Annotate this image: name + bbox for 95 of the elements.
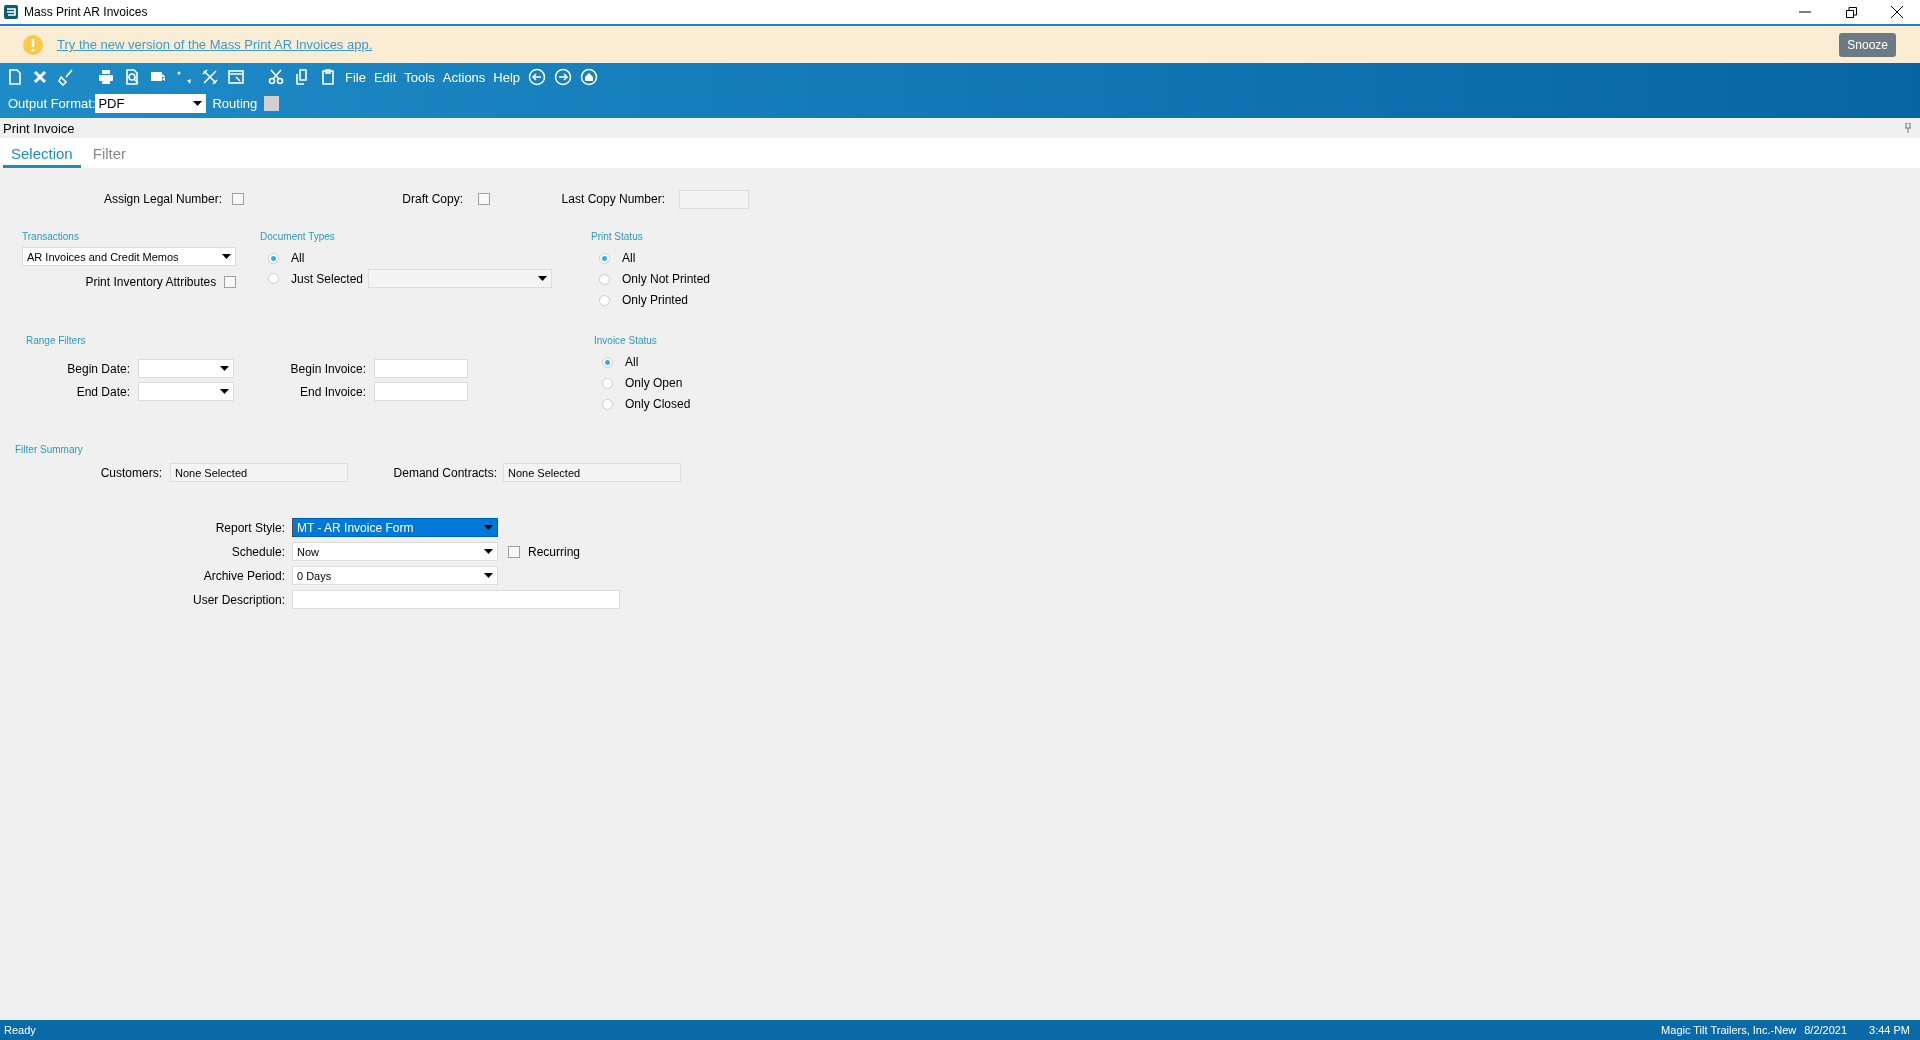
- caret-icon: [193, 100, 203, 106]
- field-label: Begin Invoice:: [289, 361, 366, 376]
- end-invoice-field[interactable]: [374, 382, 468, 401]
- field-label: Customers:: [99, 465, 162, 480]
- caret-icon: [484, 573, 493, 578]
- recurring-checkbox[interactable]: [508, 545, 520, 558]
- field-label: Draft Copy:: [401, 192, 463, 206]
- output-format-label: Output Format:: [8, 95, 96, 111]
- menu-item[interactable]: Tools: [404, 69, 435, 85]
- scissors-icon[interactable]: [267, 68, 285, 86]
- cross-icon[interactable]: [31, 68, 49, 86]
- radio-label: Just Selected: [291, 271, 364, 286]
- last-copy-number-field[interactable]: [679, 189, 749, 209]
- radio-label: All: [625, 355, 639, 369]
- caret-icon: [538, 276, 547, 281]
- radio-button[interactable]: [602, 377, 613, 389]
- field-label: Schedule:: [230, 544, 285, 559]
- pin-icon[interactable]: [1904, 123, 1912, 133]
- radio-button[interactable]: [268, 273, 279, 284]
- routing-checkbox[interactable]: [264, 95, 280, 111]
- caret-icon: [484, 525, 493, 530]
- output-format-dropdown[interactable]: PDF: [95, 93, 207, 113]
- user-description-field[interactable]: [292, 590, 620, 609]
- radio-button[interactable]: [602, 398, 613, 410]
- status-time: 3:44 PM: [1869, 1024, 1910, 1036]
- begin-date-field[interactable]: [138, 359, 234, 378]
- tab[interactable]: Filter: [84, 145, 135, 168]
- field-label: Archive Period:: [202, 568, 285, 583]
- radio-label: Only Printed: [622, 293, 689, 307]
- caret-icon: [220, 366, 229, 371]
- app-logo-icon: [4, 5, 18, 19]
- close-icon[interactable]: [1891, 6, 1903, 18]
- section-heading: Invoice Status: [594, 335, 658, 348]
- snooze-button[interactable]: Snooze: [1839, 32, 1896, 57]
- section-heading: Filter Summary: [15, 444, 84, 457]
- field-label: Demand Contracts:: [392, 465, 497, 480]
- routing-label: Routing: [212, 95, 258, 111]
- warning-icon: [23, 34, 43, 55]
- document-type-dropdown[interactable]: [368, 269, 552, 288]
- radio-label: All: [622, 251, 636, 265]
- radio-label: Only Closed: [625, 397, 691, 411]
- end-date-field[interactable]: [138, 382, 234, 401]
- company-name: Magic Tilt Trailers, Inc.-New: [1661, 1024, 1797, 1036]
- caret-icon: [222, 254, 231, 259]
- section-heading: Range Filters: [26, 335, 87, 348]
- radio-button[interactable]: [268, 252, 279, 264]
- field-label: Last Copy Number:: [560, 192, 665, 206]
- radio-button[interactable]: [599, 273, 610, 285]
- caret-icon: [484, 549, 493, 554]
- radio-button[interactable]: [599, 252, 610, 264]
- field-label: Assign Legal Number:: [102, 192, 222, 206]
- menu-item[interactable]: Help: [493, 69, 521, 85]
- new-version-link[interactable]: Try the new version of the Mass Print AR Invoices app.: [57, 37, 373, 52]
- begin-invoice-field[interactable]: [374, 359, 468, 378]
- recurring-label: Recurring: [528, 544, 581, 559]
- field-label: User Description:: [191, 592, 285, 607]
- menu-item[interactable]: Edit: [373, 69, 397, 85]
- section-heading: Document Types: [260, 231, 336, 244]
- customers-field[interactable]: None Selected: [170, 463, 348, 482]
- radio-label: Only Not Printed: [622, 272, 711, 286]
- status-date: 8/2/2021: [1804, 1024, 1848, 1036]
- field-label: End Invoice:: [298, 384, 366, 399]
- caret-icon: [220, 389, 229, 394]
- print-inventory-attributes-checkbox[interactable]: [224, 275, 236, 288]
- tools-icon[interactable]: [201, 68, 219, 86]
- field-label: Begin Date:: [66, 361, 130, 376]
- radio-button[interactable]: [602, 356, 613, 368]
- status-text: Ready: [4, 1024, 36, 1036]
- radio-label: Only Open: [625, 376, 683, 390]
- menu-item[interactable]: File: [345, 69, 366, 85]
- brush-icon[interactable]: [57, 68, 75, 86]
- assign-legal-number-checkbox[interactable]: [232, 193, 244, 205]
- transactions-dropdown[interactable]: AR Invoices and Credit Memos: [22, 247, 236, 266]
- archive-period-dropdown[interactable]: 0 Days: [292, 566, 498, 585]
- report-style-dropdown[interactable]: MT - AR Invoice Form: [292, 518, 498, 537]
- field-label: Print Inventory Attributes: [84, 274, 217, 289]
- window-icon[interactable]: [227, 68, 245, 86]
- radio-label: All: [291, 251, 305, 265]
- field-label: End Date:: [75, 384, 130, 399]
- demand-contracts-field[interactable]: None Selected: [503, 463, 681, 482]
- panel-title: Print Invoice: [3, 120, 75, 136]
- menu-item[interactable]: Actions: [442, 69, 486, 85]
- field-label: Report Style:: [214, 520, 285, 535]
- restore-icon[interactable]: [1845, 6, 1857, 18]
- clipboard-icon[interactable]: [319, 68, 337, 86]
- schedule-dropdown[interactable]: Now: [292, 542, 498, 561]
- home-icon[interactable]: [580, 68, 599, 86]
- magnifier-document-icon[interactable]: [123, 68, 141, 86]
- section-heading: Transactions: [22, 231, 80, 244]
- radio-button[interactable]: [599, 294, 610, 306]
- window-title: Mass Print AR Invoices: [24, 5, 148, 19]
- draft-copy-checkbox[interactable]: [478, 193, 490, 205]
- tab[interactable]: Selection: [3, 145, 81, 168]
- section-heading: Print Status: [591, 231, 644, 244]
- printer-icon[interactable]: [97, 68, 115, 86]
